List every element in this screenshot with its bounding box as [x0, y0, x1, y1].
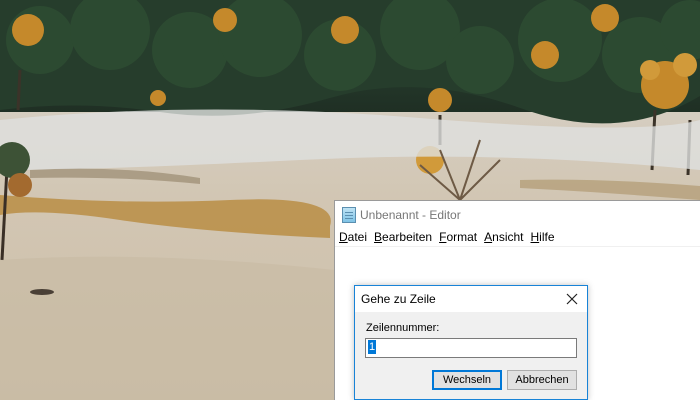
goto-line-dialog: Gehe zu Zeile Zeilennummer: 1 Wechseln A… [354, 285, 588, 400]
menu-format[interactable]: Format [439, 230, 477, 244]
menu-bearbeiten[interactable]: Bearbeiten [374, 230, 432, 244]
menu-hilfe[interactable]: Hilfe [531, 230, 555, 244]
close-icon [566, 293, 578, 305]
menu-bar: Datei Bearbeiten Format Ansicht Hilfe [335, 228, 700, 247]
dialog-titlebar[interactable]: Gehe zu Zeile [355, 286, 587, 312]
notepad-icon [342, 206, 356, 223]
line-number-value: 1 [368, 340, 377, 354]
line-number-input[interactable]: 1 [365, 338, 577, 358]
notepad-titlebar[interactable]: Unbenannt - Editor [335, 201, 700, 228]
window-title: Unbenannt - Editor [360, 207, 461, 222]
close-button[interactable] [557, 286, 587, 312]
menu-ansicht[interactable]: Ansicht [484, 230, 523, 244]
abbrechen-button[interactable]: Abbrechen [507, 370, 577, 390]
line-number-label: Zeilennummer: [366, 322, 440, 334]
menu-datei[interactable]: Datei [339, 230, 367, 244]
dialog-title: Gehe zu Zeile [361, 292, 436, 306]
wechseln-button[interactable]: Wechseln [432, 370, 502, 390]
